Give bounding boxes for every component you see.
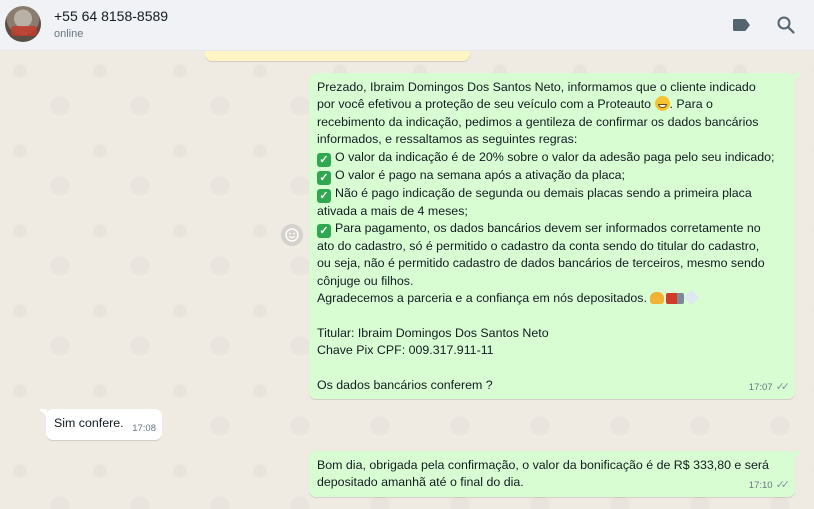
message-line: Agradecemos a parceria e a confiança em … — [317, 289, 787, 307]
message-line — [317, 360, 787, 377]
message-bubble-outgoing[interactable]: Prezado, Ibraim Domingos Dos Santos Neto… — [309, 73, 802, 399]
bubble-tail — [794, 73, 802, 81]
label-icon[interactable] — [730, 13, 754, 37]
message-meta: 17:07 ✓✓ — [748, 379, 791, 396]
message-meta: 17:08 — [132, 420, 156, 437]
message-line: ativada a mais de 4 meses; — [317, 203, 468, 218]
truck-icon — [666, 293, 685, 305]
check-mark-icon: ✓ — [317, 224, 331, 239]
bubble-tail — [39, 409, 47, 417]
check-mark-icon: ✓ — [317, 170, 331, 185]
message-line: Bom dia, obrigada pela confirmação, o va… — [317, 458, 769, 472]
message-line — [317, 308, 787, 325]
message-line: Titular: Ibraim Domingos Dos Santos Neto — [317, 326, 549, 341]
search-icon[interactable] — [774, 13, 798, 37]
double-check-icon: ✓✓ — [775, 478, 791, 491]
smiley-icon — [285, 228, 299, 242]
system-notice — [205, 51, 470, 61]
message-bubble-incoming[interactable]: Sim confere. 17:08 — [39, 409, 162, 440]
contact-avatar[interactable] — [5, 6, 41, 42]
message-line: ✓ O valor da indicação é de 20% sobre o v… — [317, 149, 787, 167]
message-line: ✓ Não é pago indicação de segunda ou dema… — [317, 185, 787, 203]
message-line: Os dados bancários conferem ? — [317, 378, 493, 393]
message-line: por você efetivou a proteção de seu veíc… — [317, 96, 713, 112]
message-time: 17:08 — [132, 422, 156, 434]
message-bubble-outgoing[interactable]: Bom dia, obrigada pela confirmação, o va… — [309, 451, 802, 497]
message-line: ou seja, não é permitido cadastro de dad… — [317, 256, 765, 271]
contact-status: online — [54, 28, 84, 40]
bubble-tail — [794, 451, 802, 459]
message-line: cônjuge ou filhos. — [317, 273, 414, 288]
message-line: depositado amanhã até o final do dia. — [317, 475, 524, 490]
message-line: ato do cadastro, só é permitido o cadast… — [317, 239, 760, 254]
check-mark-icon: ✓ — [317, 152, 331, 167]
chat-area[interactable]: Prezado, Ibraim Domingos Dos Santos Neto… — [0, 51, 814, 509]
message-line: informados, e ressaltamos as seguintes r… — [317, 132, 578, 147]
chat-header: +55 64 8158-8589 online — [0, 0, 814, 51]
double-check-icon: ✓✓ — [775, 380, 791, 393]
message-time: 17:10 — [748, 479, 773, 491]
check-mark-icon: ✓ — [317, 188, 331, 203]
message-line: ✓ Para pagamento, os dados bancários deve… — [317, 220, 787, 239]
handshake-icon — [650, 292, 665, 305]
message-line: ✓ O valor é pago na semana após a ativaçã… — [317, 167, 787, 185]
contact-name[interactable]: +55 64 8158-8589 — [54, 8, 168, 24]
grinning-face-emoji-icon — [654, 96, 670, 112]
diamond-icon — [684, 289, 700, 306]
message-line: Chave Pix CPF: 009.317.911-11 — [317, 343, 494, 358]
message-line: Prezado, Ibraim Domingos Dos Santos Neto… — [317, 80, 756, 94]
message-line: recebimento da indicação, pedimos a gent… — [317, 114, 759, 129]
message-time: 17:07 — [748, 381, 773, 393]
react-emoji-button[interactable] — [281, 224, 303, 246]
message-meta: 17:10 ✓✓ — [748, 477, 791, 494]
